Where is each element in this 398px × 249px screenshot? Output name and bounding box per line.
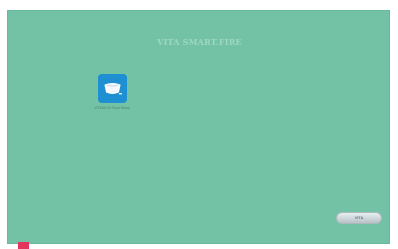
corner-mark: [18, 242, 29, 249]
basket-icon[interactable]: [97, 74, 127, 103]
app-label: VITADECK Boot Setup: [94, 106, 130, 110]
screen: VITA SMART.FIRE VITADECK Boot Setup VITA: [0, 0, 398, 249]
vita-button[interactable]: VITA: [336, 212, 382, 224]
app-shortcut[interactable]: VITADECK Boot Setup: [86, 74, 138, 111]
screen-title: VITA SMART.FIRE: [157, 37, 242, 47]
desktop-panel: VITA SMART.FIRE VITADECK Boot Setup VITA: [7, 10, 390, 244]
